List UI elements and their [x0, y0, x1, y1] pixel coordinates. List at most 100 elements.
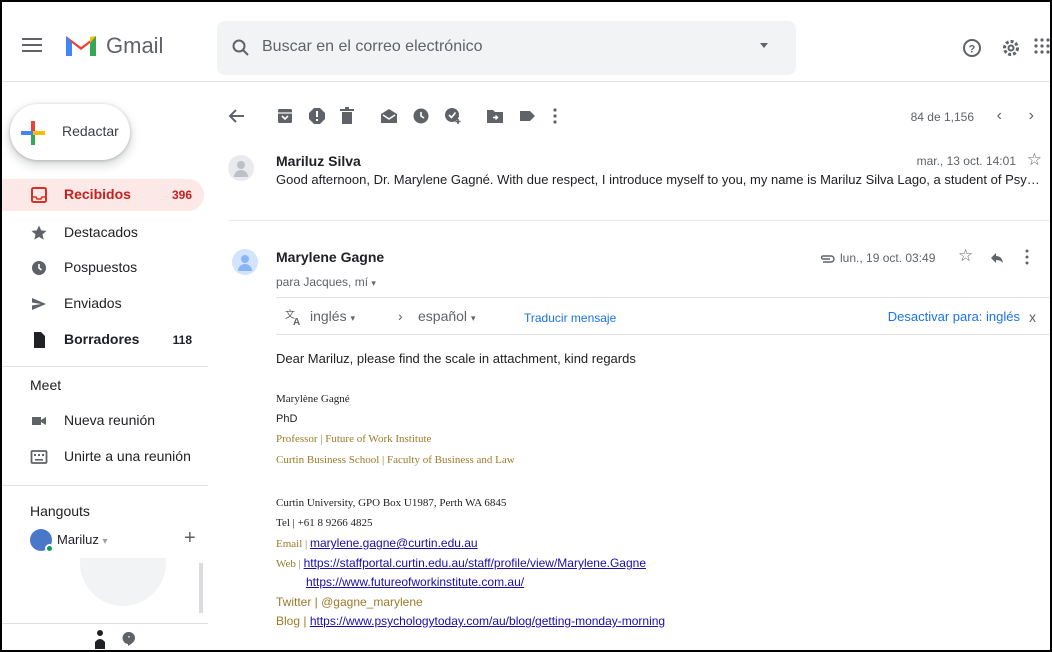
clock-icon [32, 261, 46, 275]
sidebar-item-drafts[interactable]: Borradores 118 [2, 324, 204, 356]
signature-web2-row: https://www.futureofworkinstitute.com.au… [306, 575, 524, 589]
hangouts-placeholder-illustration [80, 558, 166, 606]
attachment-icon [820, 255, 835, 263]
signature-phone: Tel | +61 8 9266 4825 [276, 517, 373, 529]
compose-plus-icon [21, 121, 45, 145]
avatar [232, 249, 258, 275]
search-icon[interactable] [231, 38, 251, 58]
gear-icon[interactable] [1001, 38, 1021, 58]
search-input[interactable] [262, 38, 742, 56]
inbox-icon [31, 187, 47, 203]
compose-label: Redactar [62, 123, 119, 139]
main-menu-icon[interactable] [22, 38, 42, 52]
back-arrow-icon[interactable] [228, 107, 246, 125]
target-language-select[interactable]: español ▾ [418, 308, 475, 324]
svg-text:?: ? [969, 44, 976, 56]
message-date: lun., 19 oct. 03:49 [840, 251, 936, 265]
message-body: Dear Mariluz, please find the scale in a… [276, 351, 636, 366]
translate-bar: 文 A inglés ▾ › español ▾ Traducir mensaj… [276, 297, 1050, 335]
chevron-down-icon: ▾ [102, 536, 108, 547]
chevron-left-icon[interactable]: ‹ [997, 107, 1002, 125]
unread-count: 396 [171, 188, 192, 202]
sidebar-item-starred[interactable]: Destacados [2, 217, 204, 249]
new-meeting-button[interactable]: Nueva reunión [2, 405, 204, 437]
search-bar[interactable] [217, 21, 796, 75]
apps-grid-icon[interactable] [1034, 38, 1050, 54]
reply-icon[interactable] [990, 252, 1004, 264]
chevron-down-icon: ▾ [371, 278, 376, 288]
star-outline-icon[interactable]: ☆ [1027, 150, 1042, 170]
email-label: Email | [276, 538, 308, 550]
star-outline-icon[interactable]: ☆ [958, 246, 973, 266]
institute-website-link[interactable]: https://www.futureofworkinstitute.com.au… [306, 575, 524, 589]
svg-text:A: A [293, 317, 300, 326]
target-language-label: español [418, 308, 468, 324]
label-icon[interactable] [518, 107, 536, 125]
disable-translation-link[interactable]: Desactivar para: inglés [888, 309, 1020, 324]
chevron-down-icon: ▾ [350, 313, 356, 323]
signature-address: Curtin University, GPO Box U1987, Perth … [276, 497, 507, 509]
scrollbar[interactable] [199, 563, 203, 613]
more-vertical-icon[interactable] [1024, 249, 1030, 265]
sender-name: Marylene Gagne [276, 249, 385, 265]
compose-button[interactable]: Redactar [10, 104, 130, 160]
help-icon[interactable]: ? [962, 38, 982, 58]
star-icon [31, 225, 47, 240]
signature-degree: PhD [276, 413, 298, 425]
chevron-right-icon: › [398, 308, 403, 324]
person-icon[interactable] [94, 629, 106, 649]
search-options-chevron-icon[interactable] [760, 43, 768, 48]
more-vertical-icon[interactable] [546, 107, 564, 125]
staff-profile-link[interactable]: https://staffportal.curtin.edu.au/staff/… [304, 556, 646, 570]
top-header: Gmail ? [2, 2, 1050, 82]
sidebar-item-snoozed[interactable]: Pospuestos [2, 252, 204, 284]
signature-role: Professor | Future of Work Institute [276, 433, 432, 445]
blog-label: Blog | [276, 614, 307, 628]
pagination-count: 84 de 1,156 [910, 110, 974, 124]
recipients-line[interactable]: para Jacques, mí ▾ [276, 275, 376, 289]
new-meeting-label: Nueva reunión [64, 412, 156, 428]
sidebar-item-inbox[interactable]: Recibidos 396 [2, 179, 204, 211]
gmail-window: Gmail ? [0, 0, 1052, 652]
collapsed-message[interactable]: Mariluz Silva mar., 13 oct. 14:01 ☆ Good… [228, 145, 1050, 221]
source-language-select[interactable]: inglés ▾ [310, 308, 355, 324]
divider [2, 485, 208, 486]
sender-name: Mariluz Silva [276, 153, 361, 169]
sidebar-item-label: Destacados [64, 224, 138, 240]
archive-icon[interactable] [276, 107, 294, 125]
hangouts-user-name: Mariluz [57, 532, 99, 547]
chevron-right-icon[interactable]: › [1029, 107, 1034, 125]
email-link[interactable]: marylene.gagne@curtin.edu.au [310, 536, 478, 550]
snooze-clock-icon[interactable] [412, 107, 430, 125]
translate-message-link[interactable]: Traducir mensaje [524, 311, 616, 325]
signature-blog-row: Blog | https://www.psychologytoday.com/a… [276, 614, 665, 628]
divider [2, 366, 208, 367]
message-snippet: Good afternoon, Dr. Marylene Gagné. With… [276, 172, 1042, 187]
meet-section-title: Meet [30, 377, 62, 393]
close-icon[interactable]: x [1029, 309, 1036, 325]
report-spam-icon[interactable] [308, 107, 326, 125]
sidebar-item-label: Enviados [64, 295, 122, 311]
join-meeting-button[interactable]: Unirte a una reunión [2, 441, 204, 473]
gmail-logo-icon [66, 36, 96, 56]
web-label: Web | [276, 558, 301, 570]
add-contact-icon[interactable]: + [184, 527, 196, 550]
blog-link[interactable]: https://www.psychologytoday.com/au/blog/… [310, 614, 665, 628]
hangouts-chat-icon[interactable]: " [122, 631, 136, 647]
sidebar: Redactar Recibidos 396 Destacados Pospue… [2, 83, 208, 650]
add-task-icon[interactable] [444, 107, 462, 125]
mark-unread-icon[interactable] [380, 107, 398, 125]
sidebar-item-sent[interactable]: Enviados [2, 288, 204, 320]
join-meeting-label: Unirte a una reunión [64, 448, 191, 464]
hangouts-bottom-bar: " [2, 623, 208, 650]
hangouts-user[interactable]: Mariluz ▾ [57, 532, 108, 547]
signature-school: Curtin Business School | Faculty of Busi… [276, 454, 515, 466]
signature-web-row: Web | https://staffportal.curtin.edu.au/… [276, 556, 646, 570]
trash-icon[interactable] [338, 107, 356, 125]
move-to-folder-icon[interactable] [486, 107, 504, 125]
translate-icon: 文 A [285, 308, 300, 326]
message-toolbar: 84 de 1,156 ‹ › [208, 83, 1050, 147]
send-icon [32, 298, 46, 310]
sidebar-item-label: Pospuestos [64, 259, 138, 275]
message-date: mar., 13 oct. 14:01 [916, 154, 1016, 168]
